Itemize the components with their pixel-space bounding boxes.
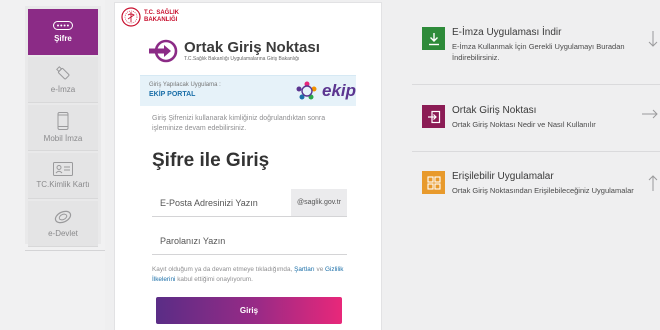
consent-text: Kayıt olduğum ya da devam etmeye tıkladı… [152,266,344,283]
email-field: @saglik.gov.tr [152,189,347,217]
login-arrow-logo-icon [149,39,178,63]
sidebar-item-label: e-İmza [50,85,76,94]
ekip-people-icon [296,81,317,100]
sidebar-item-label: TC.Kimlik Kartı [36,180,90,189]
mobile-phone-icon [57,112,69,130]
login-button[interactable]: Giriş [156,297,342,324]
ekip-logo: ekip [294,79,356,103]
id-card-icon [53,162,73,176]
password-input[interactable] [152,228,347,254]
sidebar-item-label: Mobil İmza [43,134,83,143]
ekip-logo-text: ekip [322,81,357,100]
usb-token-icon [56,66,70,80]
sidebar-item-tc-kimlik-karti[interactable]: TC.Kimlik Kartı [28,153,98,199]
arrow-up-icon [648,175,658,191]
sidebar-item-e-devlet[interactable]: e-Devlet [28,201,98,247]
sidebar-item-label: e-Devlet [48,229,78,238]
divider [412,151,660,152]
login-icon [422,105,445,128]
link-title: Erişilebilir Uygulamalar [452,171,554,182]
page-title: Şifre ile Giriş [152,150,270,171]
link-e-imza-download[interactable]: E-İmza Uygulaması İndir E-İmza Kullanmak… [422,27,660,67]
link-description: Ortak Giriş Noktası Nedir ve Nasıl Kulla… [452,120,596,129]
login-method-sidebar: Şifre e-İmza Mobil İmza TC.Kimlik Kartı … [25,6,101,247]
ministry-emblem-icon [121,7,141,27]
target-application-caption: Giriş Yapılacak Uygulama : [149,82,221,88]
email-domain-suffix: @saglik.gov.tr [291,189,347,216]
arrow-right-icon [642,109,658,119]
terms-link[interactable]: Şartları [294,266,315,273]
target-application-box: Giriş Yapılacak Uygulama : EKİP PORTAL e… [140,75,356,106]
password-field [152,228,347,255]
link-title: Ortak Giriş Noktası [452,105,537,116]
sidebar-item-sifre[interactable]: Şifre [28,9,98,55]
divider [412,84,660,85]
password-dots-icon [53,21,73,30]
link-ortak-giris-noktasi[interactable]: Ortak Giriş Noktası Ortak Giriş Noktası … [422,105,660,135]
link-erisilebilir-uygulamalar[interactable]: Erişilebilir Uygulamalar Ortak Giriş Nok… [422,171,660,201]
sidebar-item-mobil-imza[interactable]: Mobil İmza [28,105,98,151]
download-icon [422,27,445,50]
link-description: Ortak Giriş Noktasından Erişilebileceğin… [452,186,634,195]
brand-title: Ortak Giriş Noktası [184,39,320,56]
target-application-name: EKİP PORTAL [149,91,196,98]
brand-logo: Ortak Giriş Noktası T.C.Sağlık Bakanlığı… [149,39,320,63]
sidebar-item-label: Şifre [54,34,72,43]
link-title: E-İmza Uygulaması İndir [452,27,562,38]
login-card: T.C. SAĞLIK BAKANLIĞI Ortak Giriş Noktas… [114,2,382,330]
arrow-down-icon [648,31,658,47]
link-description: E-İmza Kullanmak İçin Gerekli Uygulamayı… [452,42,625,62]
grid-apps-icon [422,171,445,194]
ministry-name: T.C. SAĞLIK BAKANLIĞI [144,10,180,23]
ministry-logo: T.C. SAĞLIK BAKANLIĞI [121,7,179,27]
sidebar-item-e-imza[interactable]: e-İmza [28,57,98,103]
email-input[interactable] [152,189,290,216]
brand-subtitle: T.C.Sağlık Bakanlığı Uygulamalarına Giri… [184,56,300,62]
e-devlet-icon [54,210,72,224]
login-info-text: Giriş Şifrenizi kullanarak kimliğiniz do… [152,115,326,132]
sidebar-divider [25,250,105,251]
